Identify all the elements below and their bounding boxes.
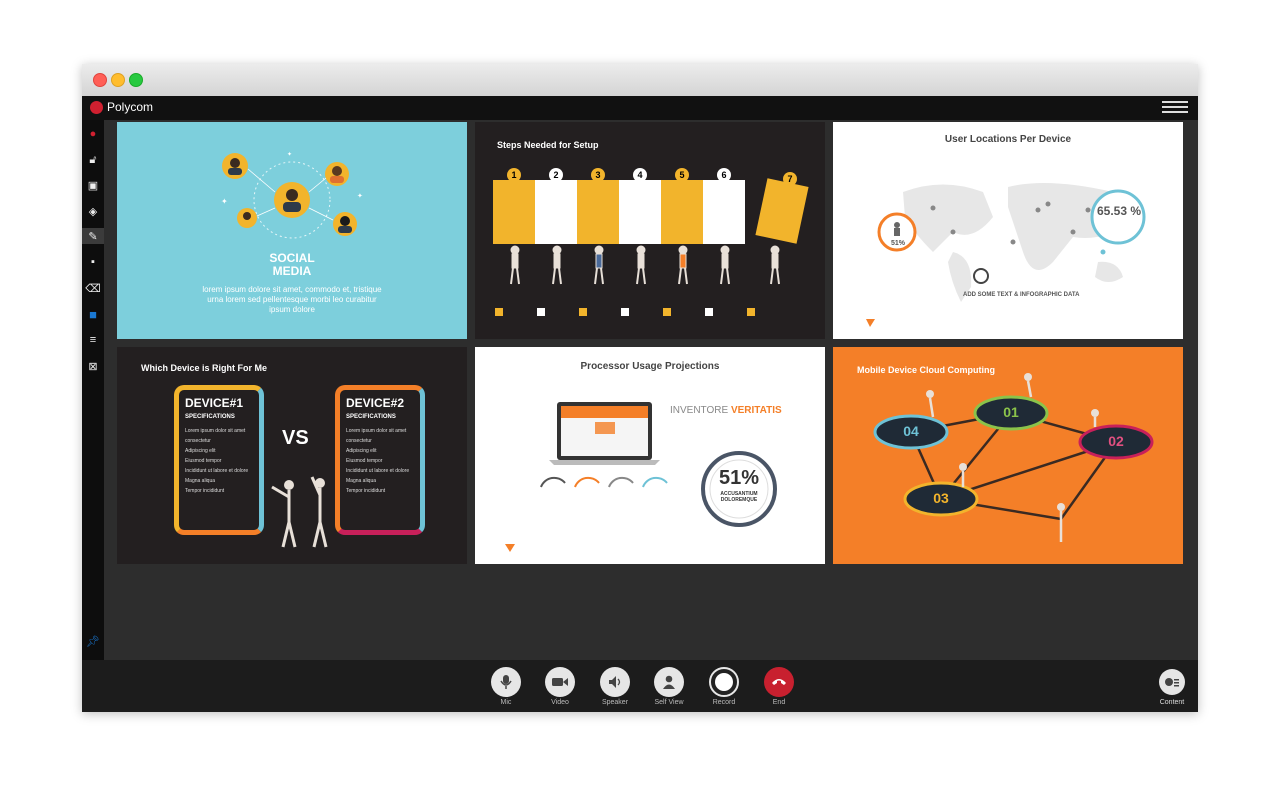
video-label: Video [551, 699, 569, 706]
slide-which-device[interactable]: Which Device is Right For Me DEVICE#1 SP… [117, 347, 467, 564]
slide-cloud-computing[interactable]: Mobile Device Cloud Computing 04 01 02 0… [833, 347, 1183, 564]
end-call-label: End [772, 699, 786, 706]
color-icon[interactable]: ▪ [85, 254, 101, 270]
svg-text:✦: ✦ [221, 197, 228, 206]
brand-word-1: INVENTORE [670, 405, 729, 416]
slide-user-locations[interactable]: User Locations Per Device 65.53 % 51% AD… [833, 122, 1183, 339]
content-stage: ✦ ✦ ✦ SOCIAL MEDIA lorem ipsum dolore sit … [104, 120, 1198, 660]
polycom-icon[interactable]: ● [85, 126, 101, 142]
svg-text:✦: ✦ [357, 192, 363, 200]
app-name: Polycom [107, 100, 154, 114]
slide-processor-usage[interactable]: Processor Usage Projections INVENTORE VE… [475, 347, 825, 564]
content-label: Content [1159, 699, 1185, 706]
mic-icon [500, 675, 512, 689]
content-button[interactable] [1159, 669, 1185, 695]
title-bar [82, 64, 1198, 97]
hamburger-menu-icon[interactable] [1162, 101, 1188, 115]
polycom-logo: Polycom [90, 100, 153, 114]
speaker-icon [609, 676, 621, 688]
video-icon [552, 678, 568, 686]
pin-icon[interactable]: 📌︎ [85, 633, 101, 649]
mic-label: Mic [500, 699, 512, 706]
brand-word-2: VERITATIS [730, 405, 782, 416]
polycom-icon [90, 100, 103, 114]
square-icon[interactable]: ■ [85, 306, 101, 322]
processor-stat: 51% [718, 467, 760, 489]
unlock-icon[interactable]: 🔓︎ [85, 152, 101, 168]
person-icon [663, 675, 675, 689]
slide-body-text: lorem ipsum dolore sit amet, commodo et,… [202, 285, 382, 314]
minimize-window-button[interactable] [111, 73, 125, 87]
world-map-graphic [866, 183, 1146, 327]
processor-stat-caption: ACCUSANTIUM DOLOREMQUE [720, 491, 758, 503]
cloud-node-04: 04 [903, 423, 919, 439]
record-label: Record [712, 699, 736, 706]
pointer-icon[interactable]: ◈ [85, 203, 101, 219]
lines-icon[interactable]: ≡ [85, 332, 101, 348]
self-view-label: Self View [654, 699, 684, 706]
video-button[interactable] [545, 667, 575, 697]
zoom-window-button[interactable] [129, 73, 143, 87]
slide-steps-setup[interactable]: Steps Needed for Setup 1 2 3 4 5 6 7 [475, 122, 825, 339]
end-call-button[interactable] [764, 667, 794, 697]
app-header: Polycom [82, 96, 1198, 120]
cloud-node-01: 01 [1003, 404, 1019, 420]
slide-social-media[interactable]: ✦ ✦ ✦ SOCIAL MEDIA lorem ipsum dolore sit … [117, 122, 467, 339]
select-icon[interactable]: ▣ [85, 177, 101, 193]
clear-icon[interactable]: ⊠ [85, 358, 101, 374]
mic-button[interactable] [491, 667, 521, 697]
two-people-figure [271, 476, 328, 548]
record-icon [715, 673, 733, 691]
slide-title-line2: MEDIA [272, 264, 312, 278]
slide-caption: ADD SOME TEXT & INFOGRAPHIC DATA [963, 292, 1080, 298]
stat-small: 51% [890, 240, 905, 247]
stat-percentage: 65.53 % [1096, 204, 1142, 218]
self-view-button[interactable] [654, 667, 684, 697]
call-control-bar: Mic Video Speaker Self View Record End C… [82, 660, 1198, 712]
end-call-icon [772, 679, 786, 685]
speaker-button[interactable] [600, 667, 630, 697]
speaker-label: Speaker [601, 699, 629, 706]
pen-icon[interactable]: ✎ [82, 228, 104, 244]
content-share-icon [1165, 678, 1179, 687]
cloud-node-02: 02 [1108, 433, 1124, 449]
cloud-network-graphic [873, 373, 1154, 542]
close-window-button[interactable] [93, 73, 107, 87]
people-holding-puzzle [495, 245, 780, 316]
app-window: Polycom ● 🔓︎ ▣ ◈ ✎ ▪ ⌫ ■ ≡ ⊠ 📌︎ ✦ ✦ ✦ SO… [82, 64, 1198, 712]
record-button[interactable] [709, 667, 739, 697]
annotation-toolbar: ● 🔓︎ ▣ ◈ ✎ ▪ ⌫ ■ ≡ ⊠ 📌︎ [82, 120, 104, 660]
cloud-node-03: 03 [933, 490, 949, 506]
laptop-graphic [505, 402, 777, 552]
eraser-icon[interactable]: ⌫ [85, 280, 101, 296]
svg-text:✦: ✦ [287, 151, 292, 158]
